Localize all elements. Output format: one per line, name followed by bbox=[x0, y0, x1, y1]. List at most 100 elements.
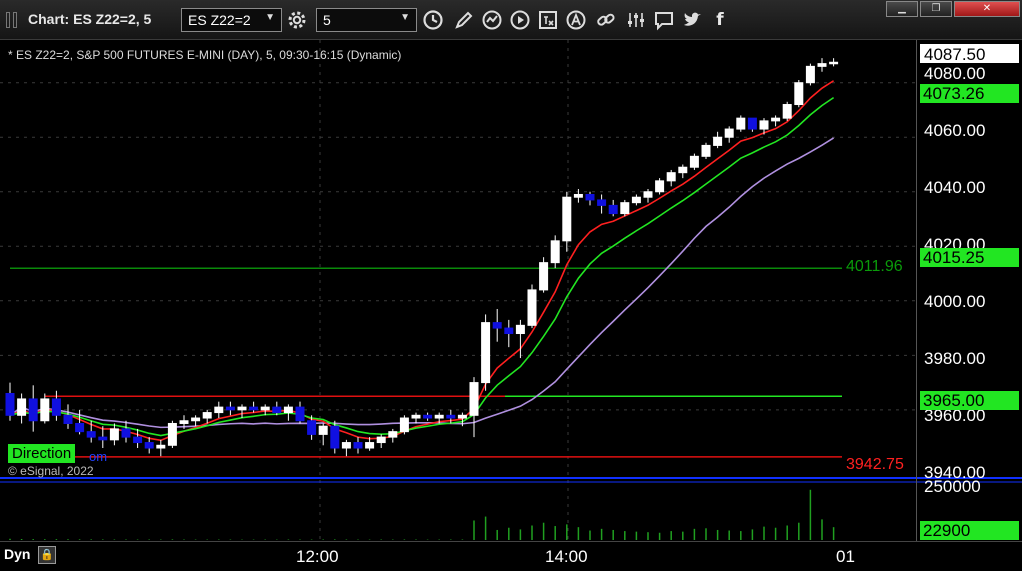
candle-body bbox=[469, 382, 479, 416]
copyright-text: © eSignal, 2022 bbox=[8, 464, 94, 478]
candle bbox=[655, 178, 665, 195]
chart-type-icon[interactable] bbox=[536, 8, 560, 32]
gear-icon[interactable] bbox=[285, 8, 309, 32]
candle bbox=[214, 401, 224, 419]
time-tick: 14:00 bbox=[545, 547, 588, 566]
candle bbox=[666, 169, 676, 187]
refresh-icon[interactable] bbox=[480, 8, 504, 32]
symbol-value: ES Z22=2 bbox=[188, 12, 251, 28]
time-axis[interactable]: Dyn 🔒 12:00 14:00 01 bbox=[0, 541, 1022, 571]
candle-body bbox=[701, 144, 711, 157]
lock-icon[interactable]: 🔒 bbox=[38, 546, 56, 564]
candle bbox=[782, 101, 792, 121]
candle bbox=[28, 385, 38, 432]
price-tick: 4040.00 bbox=[924, 178, 986, 197]
facebook-icon[interactable]: f bbox=[708, 8, 732, 32]
candle-body bbox=[341, 442, 351, 449]
pencil-icon[interactable] bbox=[452, 8, 476, 32]
candle-body bbox=[446, 414, 456, 419]
candle-body bbox=[678, 166, 688, 174]
candle-body bbox=[794, 82, 804, 106]
candle-body bbox=[260, 406, 270, 411]
time-tick: 01 bbox=[836, 547, 855, 566]
chevron-down-icon: ▼ bbox=[265, 12, 275, 23]
status-badge: Dyn bbox=[4, 546, 31, 562]
candle bbox=[341, 439, 351, 457]
candle bbox=[51, 390, 61, 421]
candle-body bbox=[736, 117, 746, 130]
candle-body bbox=[620, 202, 630, 215]
candle-body bbox=[782, 104, 792, 119]
candle bbox=[713, 131, 723, 149]
candle-body bbox=[423, 414, 433, 419]
candle bbox=[492, 308, 502, 342]
candle-body bbox=[724, 128, 734, 138]
candle bbox=[17, 393, 27, 424]
candle bbox=[295, 401, 305, 424]
candle bbox=[167, 420, 177, 449]
candle-body bbox=[365, 442, 375, 449]
candle bbox=[63, 404, 73, 429]
chart-header: * ES Z22=2, S&P 500 FUTURES E-MINI (DAY)… bbox=[8, 48, 402, 62]
support-tag: 3965.00 bbox=[920, 391, 1019, 410]
candle-body bbox=[330, 425, 340, 449]
candle bbox=[573, 189, 583, 203]
candle bbox=[724, 126, 734, 143]
candle-body bbox=[225, 406, 235, 411]
comment-icon[interactable] bbox=[652, 8, 676, 32]
candle-body bbox=[40, 398, 50, 422]
candle-body bbox=[771, 117, 781, 122]
candle bbox=[805, 63, 815, 86]
interval-value: 5 bbox=[323, 12, 331, 28]
close-button[interactable]: ✕ bbox=[954, 1, 1020, 17]
twitter-icon[interactable] bbox=[680, 8, 704, 32]
candle-body bbox=[318, 425, 328, 435]
alert-icon[interactable] bbox=[564, 8, 588, 32]
maximize-button[interactable]: ❐ bbox=[920, 1, 952, 17]
candle-body bbox=[492, 322, 502, 329]
volume-series bbox=[9, 489, 835, 540]
candle-body bbox=[713, 136, 723, 146]
candle-body bbox=[237, 406, 247, 411]
candle-body bbox=[167, 422, 177, 446]
link-icon[interactable] bbox=[594, 8, 618, 32]
price-tick: 3980.00 bbox=[924, 349, 986, 368]
candle bbox=[539, 257, 549, 293]
candle bbox=[817, 58, 827, 72]
candle bbox=[283, 404, 293, 421]
time-tick: 12:00 bbox=[296, 547, 339, 566]
minimize-button[interactable]: ▁ bbox=[886, 1, 918, 17]
candle-body bbox=[655, 180, 665, 193]
settings-sliders-icon[interactable] bbox=[624, 8, 648, 32]
candle-body bbox=[5, 392, 15, 416]
direction-badge[interactable]: Direction bbox=[8, 444, 76, 463]
play-icon[interactable] bbox=[508, 8, 532, 32]
purple-ma-tag: 4015.25 bbox=[920, 248, 1019, 267]
candle-body bbox=[481, 322, 491, 384]
candle bbox=[121, 420, 131, 443]
moving-averages bbox=[9, 80, 835, 442]
candle-body bbox=[504, 327, 514, 335]
volume-last-tag: 22900 bbox=[920, 521, 1019, 540]
window-grip-icon[interactable] bbox=[6, 12, 10, 28]
clock-icon[interactable] bbox=[421, 8, 445, 32]
candle-body bbox=[666, 172, 676, 182]
candle bbox=[747, 117, 757, 132]
candle-body bbox=[515, 324, 525, 335]
candle-body bbox=[585, 193, 595, 201]
window-grip-icon[interactable] bbox=[13, 12, 17, 28]
candle-body bbox=[689, 155, 699, 168]
candle bbox=[620, 199, 630, 217]
candle-body bbox=[539, 262, 549, 291]
symbol-select[interactable]: ES Z22=2 ▼ bbox=[181, 8, 282, 32]
candle bbox=[631, 194, 641, 206]
candle bbox=[585, 191, 595, 206]
window-title: Chart: ES Z22=2, 5 bbox=[28, 11, 152, 27]
interval-select[interactable]: 5 ▼ bbox=[316, 8, 417, 32]
candle-body bbox=[759, 120, 769, 130]
candle bbox=[133, 428, 143, 449]
candle-body bbox=[353, 442, 363, 449]
candle-body bbox=[133, 436, 143, 444]
candle bbox=[550, 235, 560, 269]
candle-body bbox=[597, 199, 607, 206]
